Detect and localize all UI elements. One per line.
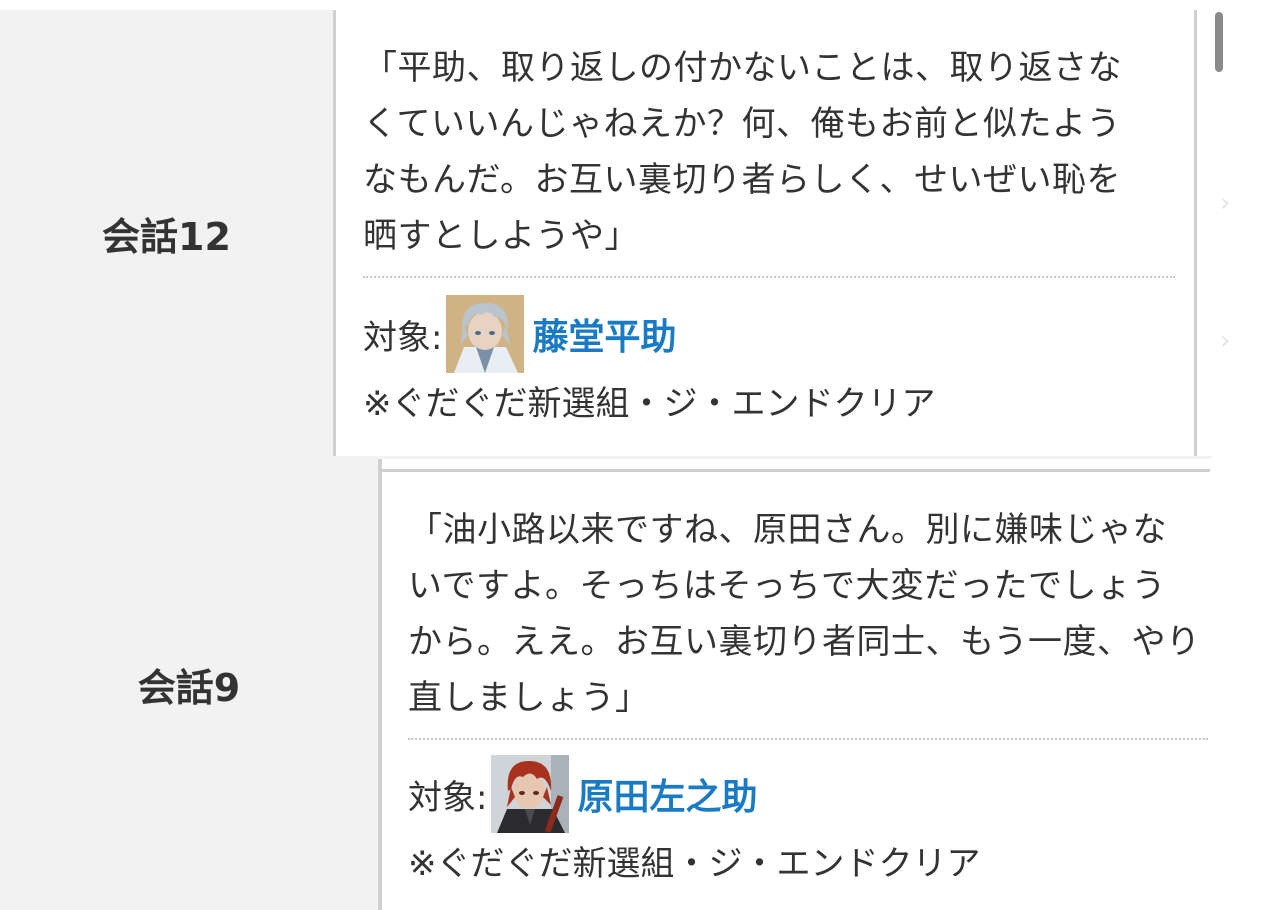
- dialogue-quote: 「油小路以来ですね、原田さん。別に嫌味じゃな いですよ。そっちはそっちで大変だっ…: [408, 502, 1212, 726]
- dotted-divider: [408, 738, 1208, 740]
- quote-line: なもんだ。お互い裏切り者らしく、せいぜい恥を: [363, 160, 1121, 200]
- card-content-cell: 「平助、取り返しの付かないことは、取り返さな くていいんじゃねえか？何、俺もお前…: [339, 10, 1197, 456]
- dialogue-card-1: 会話12 「平助、取り返しの付かないことは、取り返さな くていいんじゃねえか？何…: [0, 10, 1236, 456]
- target-row: 対象: 藤堂平助: [363, 294, 1172, 374]
- quote-line: 晒すとしようや」: [363, 216, 639, 256]
- dotted-divider: [363, 276, 1175, 278]
- target-row: 対象: 原田左之助: [408, 754, 1212, 834]
- scrollbar-track[interactable]: [1212, 10, 1228, 456]
- quote-line: くていいんじゃねえか？何、俺もお前と似たよう: [363, 104, 1121, 144]
- quote-line: から。ええ。お互い裏切り者同士、もう一度、やり: [408, 622, 1201, 662]
- target-prefix: 対象:: [363, 317, 443, 358]
- character-avatar[interactable]: [491, 755, 570, 833]
- card-label: 会話12: [102, 214, 231, 259]
- chevron-right-icon: ›: [1220, 326, 1231, 356]
- card-label-cell: 会話9: [0, 459, 382, 910]
- unlock-condition-note: ※ぐだぐだ新選組・ジ・エンドクリア: [408, 844, 981, 884]
- card-content-cell: 「油小路以来ですね、原田さん。別に嫌味じゃな いですよ。そっちはそっちで大変だっ…: [386, 472, 1212, 910]
- scrollbar-thumb[interactable]: [1215, 12, 1223, 72]
- quote-line: 直しましょう」: [408, 678, 650, 718]
- character-avatar[interactable]: [446, 295, 525, 373]
- target-prefix: 対象:: [408, 777, 488, 818]
- quote-line: いですよ。そっちはそっちで大変だったでしょう: [408, 566, 1166, 606]
- card-label: 会話9: [137, 666, 241, 710]
- chevron-right-icon: ›: [1220, 188, 1231, 218]
- character-link[interactable]: 藤堂平助: [532, 308, 676, 360]
- character-link[interactable]: 原田左之助: [577, 768, 757, 820]
- quote-line: 「油小路以来ですね、原田さん。別に嫌味じゃな: [408, 510, 1167, 550]
- card-label-cell: 会話12: [0, 10, 336, 456]
- quote-line: 「平助、取り返しの付かないことは、取り返さな: [363, 48, 1122, 88]
- dialogue-card-2: 会話9 「油小路以来ですね、原田さん。別に嫌味じゃな いですよ。そっちはそっちで…: [0, 456, 1212, 910]
- dialogue-quote: 「平助、取り返しの付かないことは、取り返さな くていいんじゃねえか？何、俺もお前…: [363, 40, 1172, 264]
- unlock-condition-note: ※ぐだぐだ新選組・ジ・エンドクリア: [363, 384, 936, 424]
